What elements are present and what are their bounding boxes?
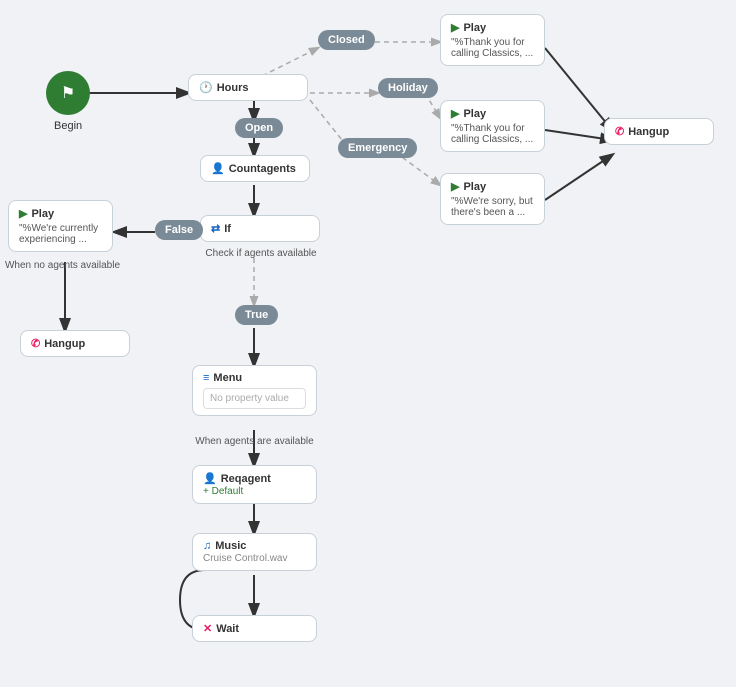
play-closed-node[interactable]: ▶ Play "%Thank you for calling Classics,… xyxy=(440,14,545,66)
hangup-right-node[interactable]: ✆ Hangup xyxy=(604,118,714,145)
if-node[interactable]: ⇄ If xyxy=(200,215,320,242)
play-holiday-node[interactable]: ▶ Play "%Thank you for calling Classics,… xyxy=(440,100,545,152)
music-icon: ♫ xyxy=(203,540,211,552)
flow-canvas: ⚑ Begin 🕐 Hours Closed Holiday Open Emer… xyxy=(0,0,736,687)
false-pill[interactable]: False xyxy=(155,220,203,240)
begin-node[interactable]: ⚑ xyxy=(46,71,90,115)
hours-title: 🕐 Hours xyxy=(199,81,297,94)
play-emergency-node[interactable]: ▶ Play "%We're sorry, but there's been a… xyxy=(440,173,545,225)
play-emergency-icon: ▶ xyxy=(451,180,459,193)
hours-node[interactable]: 🕐 Hours xyxy=(188,74,308,101)
closed-pill[interactable]: Closed xyxy=(318,30,375,50)
noagents-footer: When no agents available xyxy=(0,260,125,271)
play-closed-icon: ▶ xyxy=(451,21,459,34)
if-sublabel: Check if agents available xyxy=(186,248,336,259)
wait-icon: ✕ xyxy=(203,622,212,635)
open-pill[interactable]: Open xyxy=(235,118,283,138)
menu-icon: ≡ xyxy=(203,372,209,384)
clock-icon: 🕐 xyxy=(199,81,213,94)
hangup-left-icon: ✆ xyxy=(31,337,40,350)
wait-node[interactable]: ✕ Wait xyxy=(192,615,317,642)
reqagent-node[interactable]: 👤 Reqagent + Default xyxy=(192,465,317,504)
music-node[interactable]: ♫ Music Cruise Control.wav xyxy=(192,533,317,571)
play-noagents-icon: ▶ xyxy=(19,207,27,220)
true-pill[interactable]: True xyxy=(235,305,278,325)
begin-icon: ⚑ xyxy=(61,83,75,103)
hangup-left-node[interactable]: ✆ Hangup xyxy=(20,330,130,357)
hangup-right-icon: ✆ xyxy=(615,125,624,138)
begin-label: Begin xyxy=(54,120,82,132)
menu-footer: When agents are available xyxy=(172,436,337,447)
play-noagents-node[interactable]: ▶ Play "%We're currently experiencing ..… xyxy=(8,200,113,252)
menu-property: No property value xyxy=(203,388,306,409)
play-holiday-icon: ▶ xyxy=(451,107,459,120)
countagents-node[interactable]: 👤 Countagents xyxy=(200,155,310,182)
if-icon: ⇄ xyxy=(211,222,220,235)
reqagent-icon: 👤 xyxy=(203,472,217,485)
holiday-pill[interactable]: Holiday xyxy=(378,78,438,98)
menu-node[interactable]: ≡ Menu No property value xyxy=(192,365,317,416)
emergency-pill[interactable]: Emergency xyxy=(338,138,417,158)
countagents-icon: 👤 xyxy=(211,162,225,175)
